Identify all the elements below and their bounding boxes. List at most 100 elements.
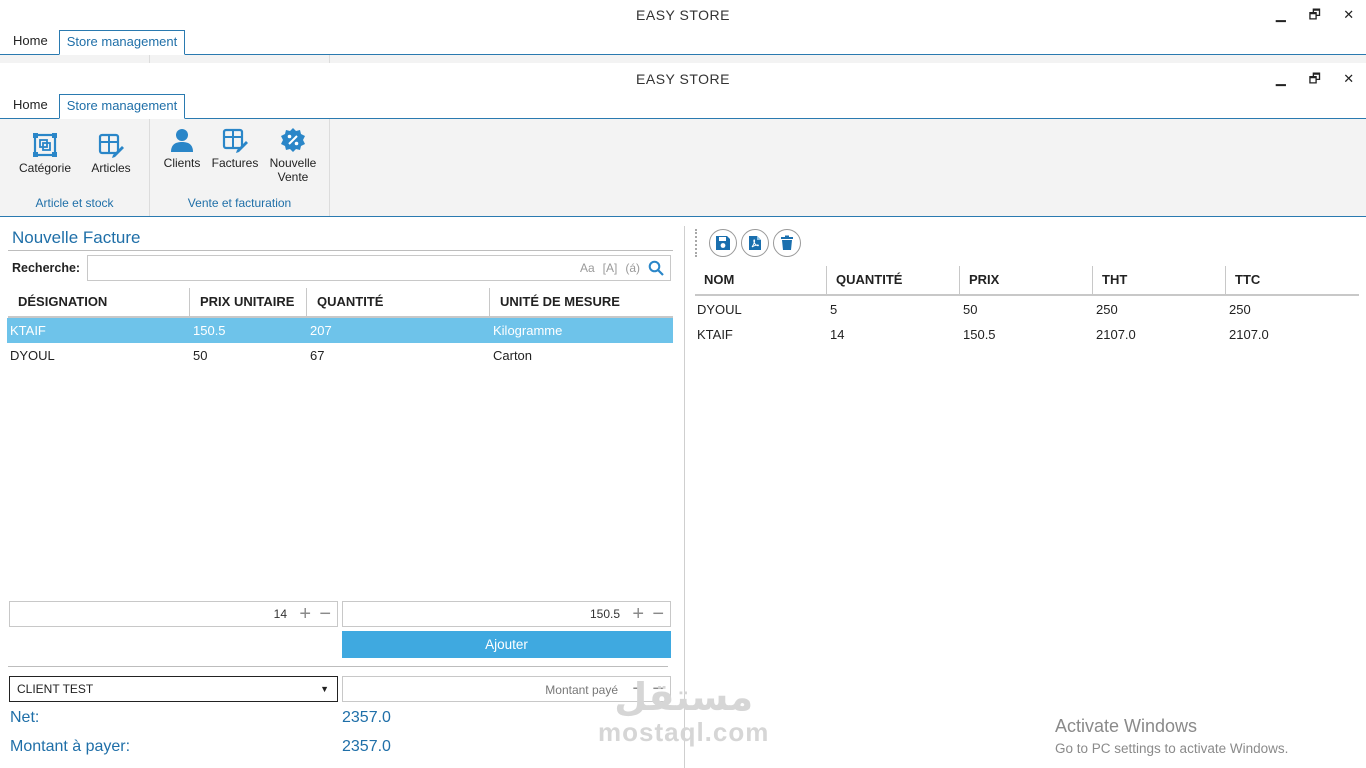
cell-tht: 2107.0 xyxy=(1096,327,1136,342)
new-sale-button[interactable]: Nouvelle Vente xyxy=(266,127,320,184)
ribbon-tabs: Home Store management xyxy=(0,94,1366,119)
save-button[interactable] xyxy=(709,229,737,257)
window-controls: ▁ 🗗 ✕ xyxy=(1274,64,1356,94)
price-value: 150.5 xyxy=(589,607,620,621)
price-stepper[interactable]: 150.5 + − xyxy=(342,601,671,627)
minus-icon[interactable]: − xyxy=(652,603,664,625)
cell-quantity: 5 xyxy=(830,302,838,317)
search-options: Aa [A] (á) xyxy=(580,260,664,276)
minimize-icon[interactable]: ▁ xyxy=(1274,0,1288,30)
cell-price: 50 xyxy=(963,302,978,317)
invoice-lines-header: NOM QUANTITÉ PRIX THT TTC xyxy=(695,266,1359,296)
accent-toggle[interactable]: (á) xyxy=(625,261,640,275)
cell-price: 150.5 xyxy=(963,327,996,342)
chevron-down-icon: ▼ xyxy=(320,684,329,694)
category-icon xyxy=(33,133,57,157)
plus-icon[interactable]: + xyxy=(299,603,311,625)
cell-ttc: 250 xyxy=(1229,302,1251,317)
cell-designation: DYOUL xyxy=(10,348,55,363)
activate-title: Activate Windows xyxy=(1055,716,1198,736)
toolbar-grip[interactable] xyxy=(695,229,699,257)
page-title: Nouvelle Facture xyxy=(12,228,141,247)
column-header[interactable]: PRIX UNITAIRE xyxy=(190,288,307,316)
app-title: EASY STORE xyxy=(636,71,730,87)
search-icon[interactable] xyxy=(648,260,664,276)
ribbon-group-sales: Clients Factures Nouvelle Vente Vente et… xyxy=(150,119,330,216)
title-bar: EASY STORE ▁ 🗗 ✕ xyxy=(0,64,1366,94)
pdf-icon xyxy=(749,236,761,250)
export-pdf-button[interactable] xyxy=(741,229,769,257)
net-label: Net: xyxy=(10,709,40,726)
column-header[interactable]: NOM xyxy=(695,266,827,294)
table-row[interactable]: KTAIF 14 150.5 2107.0 2107.0 xyxy=(695,322,1359,347)
ribbon-group-title: Vente et facturation xyxy=(187,196,292,210)
activate-subtitle: Go to PC settings to activate Windows. xyxy=(1055,741,1289,756)
tab-home[interactable]: Home xyxy=(6,94,55,118)
table-row[interactable]: KTAIF 150.5 207 Kilogramme xyxy=(7,318,673,343)
minus-icon[interactable]: − xyxy=(319,603,331,625)
articles-button[interactable]: Articles xyxy=(88,132,134,175)
plus-icon[interactable]: + xyxy=(632,603,644,625)
cell-price: 150.5 xyxy=(193,323,226,338)
cell-name: KTAIF xyxy=(697,327,733,342)
cell-name: DYOUL xyxy=(697,302,742,317)
column-header[interactable]: TTC xyxy=(1226,266,1359,294)
minimize-icon[interactable]: ▁ xyxy=(1274,64,1288,94)
cell-quantity: 207 xyxy=(310,323,332,338)
invoices-icon xyxy=(222,128,248,153)
column-header[interactable]: QUANTITÉ xyxy=(307,288,490,316)
search-input[interactable]: Aa [A] (á) xyxy=(87,255,671,281)
cell-ttc: 2107.0 xyxy=(1229,327,1269,342)
close-icon[interactable]: ✕ xyxy=(1342,64,1356,94)
client-selected-value: CLIENT TEST xyxy=(17,682,94,696)
close-icon[interactable]: ✕ xyxy=(1342,0,1356,30)
column-header[interactable]: UNITÉ DE MESURE xyxy=(490,288,673,316)
new-sale-label-line2: Vente xyxy=(277,170,309,184)
column-header[interactable]: QUANTITÉ xyxy=(827,266,960,294)
articles-table-header: DÉSIGNATION PRIX UNITAIRE QUANTITÉ UNITÉ… xyxy=(8,288,673,318)
ribbon: Catégorie Articles Article et stock Clie… xyxy=(0,119,1366,217)
match-case-toggle[interactable]: Aa xyxy=(580,261,595,275)
invoice-toolbar xyxy=(695,228,801,258)
watermark: مستقل mostaql.com xyxy=(598,676,769,746)
trash-icon xyxy=(781,235,793,250)
search-label: Recherche: xyxy=(12,261,81,275)
cell-quantity: 67 xyxy=(310,348,325,363)
amount-to-pay-label: Montant à payer: xyxy=(10,738,131,755)
clients-button[interactable]: Clients xyxy=(162,127,202,170)
delete-button[interactable] xyxy=(773,229,801,257)
cell-unit: Kilogramme xyxy=(493,323,563,338)
quantity-stepper[interactable]: 14 + − xyxy=(9,601,338,627)
restore-icon[interactable]: 🗗 xyxy=(1308,64,1322,94)
invoices-label: Factures xyxy=(211,156,259,170)
main-window: EASY STORE ▁ 🗗 ✕ Home Store management C… xyxy=(0,64,1366,768)
table-row[interactable]: DYOUL 50 67 Carton xyxy=(7,343,673,368)
clients-icon xyxy=(171,129,193,152)
column-header[interactable]: THT xyxy=(1093,266,1226,294)
add-button[interactable]: Ajouter xyxy=(342,631,671,658)
category-button[interactable]: Catégorie xyxy=(18,132,72,175)
divider xyxy=(8,250,673,251)
divider xyxy=(149,55,150,63)
net-value: 2357.0 xyxy=(342,709,391,726)
clients-label: Clients xyxy=(163,156,201,170)
whole-word-toggle[interactable]: [A] xyxy=(603,261,618,275)
new-sale-label: Nouvelle xyxy=(269,156,317,170)
save-icon xyxy=(716,236,730,250)
watermark-latin: mostaql.com xyxy=(598,717,770,747)
invoices-button[interactable]: Factures xyxy=(210,127,260,170)
restore-icon[interactable]: 🗗 xyxy=(1308,0,1322,30)
table-row[interactable]: DYOUL 5 50 250 250 xyxy=(695,297,1359,322)
cell-quantity: 14 xyxy=(830,327,845,342)
column-header[interactable]: DÉSIGNATION xyxy=(8,288,190,316)
column-header[interactable]: PRIX xyxy=(960,266,1093,294)
new-sale-icon xyxy=(281,128,305,152)
articles-icon xyxy=(98,133,124,158)
ribbon-group-title: Article et stock xyxy=(35,196,114,210)
cell-designation: KTAIF xyxy=(10,323,46,338)
background-tab-store-management[interactable]: Store management xyxy=(58,30,186,55)
tab-store-management[interactable]: Store management xyxy=(58,94,186,119)
cell-tht: 250 xyxy=(1096,302,1118,317)
background-tab-home[interactable]: Home xyxy=(6,30,55,54)
client-select[interactable]: CLIENT TEST ▼ xyxy=(9,676,338,702)
